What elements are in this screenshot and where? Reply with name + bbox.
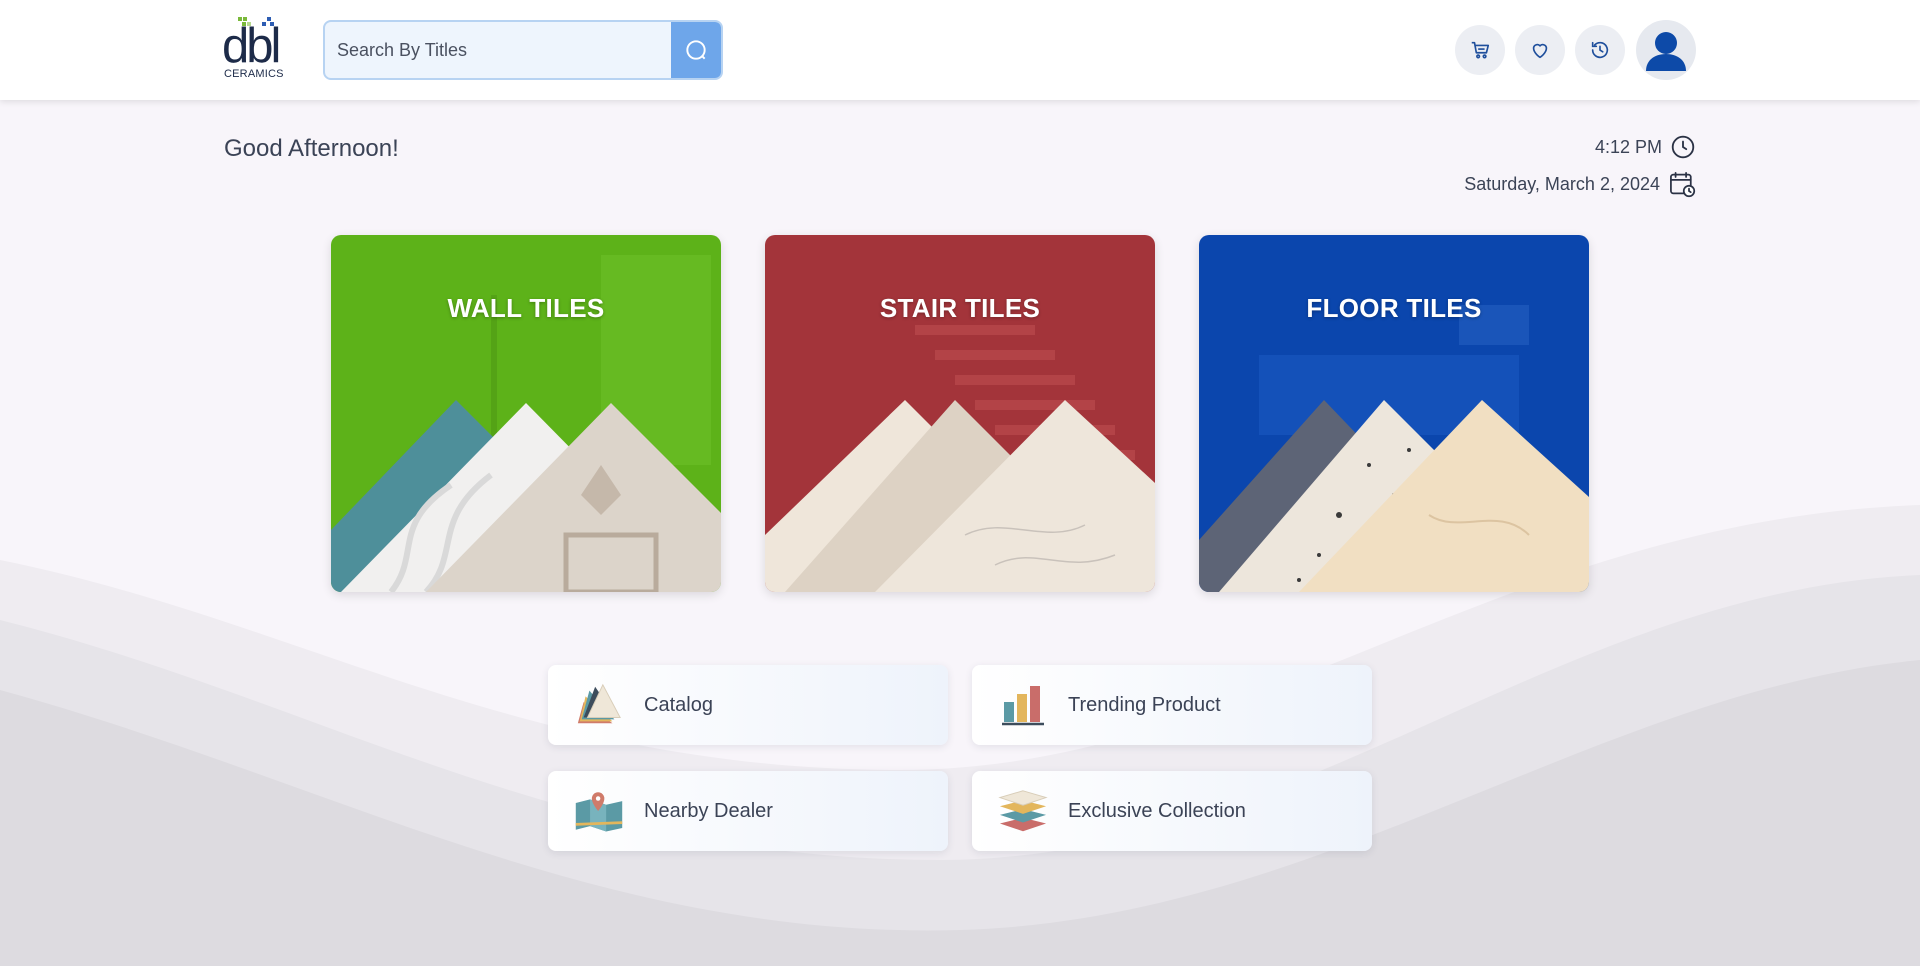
clock-icon bbox=[1671, 135, 1695, 159]
swatch-fan-icon bbox=[577, 683, 621, 724]
catalog-label: Catalog bbox=[644, 693, 713, 716]
wall-tiles-image bbox=[331, 235, 721, 592]
calendar-icon bbox=[1670, 172, 1696, 198]
profile-avatar[interactable] bbox=[1636, 20, 1696, 80]
category-card-wall-tiles[interactable]: WALL TILES bbox=[331, 235, 721, 592]
logo-subtitle: CERAMICS bbox=[224, 68, 284, 80]
search-icon bbox=[686, 40, 706, 60]
layers-icon bbox=[998, 790, 1048, 832]
exclusive-collection-link[interactable]: Exclusive Collection bbox=[972, 771, 1372, 851]
trending-product-link[interactable]: Trending Product bbox=[972, 665, 1372, 745]
history-icon bbox=[1591, 41, 1609, 59]
heart-icon bbox=[1532, 43, 1548, 59]
current-date: Saturday, March 2, 2024 bbox=[1464, 170, 1696, 198]
date-text: Saturday, March 2, 2024 bbox=[1464, 173, 1660, 194]
logo-text: dbl bbox=[222, 19, 281, 73]
history-button[interactable] bbox=[1575, 25, 1625, 75]
catalog-link[interactable]: Catalog bbox=[548, 665, 948, 745]
nearby-dealer-link[interactable]: Nearby Dealer bbox=[548, 771, 948, 851]
card-title: FLOOR TILES bbox=[1306, 293, 1482, 323]
greeting-text: Good Afternoon! bbox=[224, 135, 399, 162]
stair-tiles-image bbox=[765, 235, 1155, 592]
search-bar bbox=[323, 20, 723, 80]
nearby-dealer-label: Nearby Dealer bbox=[644, 799, 773, 822]
user-icon bbox=[1646, 32, 1686, 71]
top-header: dbl CERAMICS bbox=[0, 0, 1920, 100]
brand-logo[interactable]: dbl CERAMICS bbox=[222, 16, 290, 84]
search-input[interactable] bbox=[325, 22, 673, 78]
exclusive-collection-label: Exclusive Collection bbox=[1068, 799, 1246, 822]
cart-icon bbox=[1471, 41, 1490, 59]
current-time: 4:12 PM bbox=[1595, 134, 1696, 160]
map-pin-icon bbox=[575, 792, 623, 832]
time-text: 4:12 PM bbox=[1594, 136, 1662, 157]
cart-button[interactable] bbox=[1455, 25, 1505, 75]
category-card-floor-tiles[interactable]: FLOOR TILES bbox=[1199, 235, 1589, 592]
wishlist-button[interactable] bbox=[1515, 25, 1565, 75]
floor-tiles-image bbox=[1199, 235, 1589, 592]
category-card-stair-tiles[interactable]: STAIR TILES bbox=[765, 235, 1155, 592]
bar-chart-icon bbox=[1002, 686, 1044, 726]
search-button[interactable] bbox=[671, 22, 721, 78]
card-title: WALL TILES bbox=[447, 293, 605, 323]
card-title: STAIR TILES bbox=[879, 293, 1041, 323]
trending-product-label: Trending Product bbox=[1068, 693, 1221, 716]
